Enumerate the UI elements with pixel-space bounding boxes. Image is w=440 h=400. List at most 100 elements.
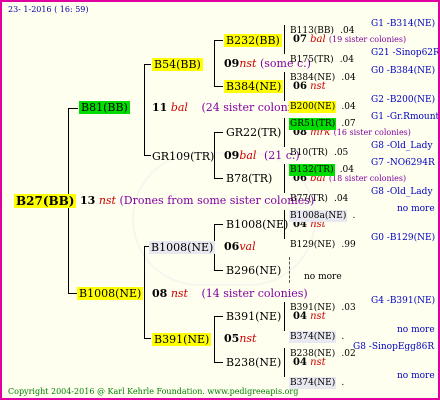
- b1008b-gen: 06: [224, 240, 240, 253]
- leaf-ref: G21 -Sinop62R: [371, 48, 440, 58]
- b391-generation-line: 05nst: [224, 333, 256, 344]
- header-timestamp: 23- 1-2016 ( 16: 59): [8, 5, 89, 14]
- leaf-val: .99: [341, 240, 356, 250]
- leaf-code[interactable]: B132(TR): [289, 164, 335, 176]
- pedigree-frame: 23- 1-2016 ( 16: 59) B27(BB) 13 nst (Dro…: [0, 0, 440, 400]
- b391b-code[interactable]: B391(NE): [224, 310, 283, 323]
- connector: [214, 40, 223, 41]
- connector: [68, 108, 78, 109]
- leaf-ref: G8 -Old_Lady: [371, 141, 433, 151]
- leaf-ref: G1 -B314(NE): [371, 19, 436, 29]
- leaf-code[interactable]: B200(NE): [289, 101, 337, 113]
- dam-generation-line: 08 nst (14 sister colonies): [152, 288, 308, 299]
- leaf-val: .04: [339, 165, 355, 175]
- connector: [144, 64, 151, 65]
- b54-nst: nst: [239, 57, 257, 70]
- leaf-code[interactable]: B129(NE): [289, 239, 336, 251]
- leaf-code[interactable]: B1008a(NE): [289, 210, 348, 222]
- leaf-ref: G1 -Gr.Rmounta: [371, 112, 440, 122]
- leaf-code[interactable]: B10(TR): [289, 147, 329, 159]
- connector: [214, 86, 223, 87]
- leaf-val: .04: [341, 73, 356, 83]
- connector: [284, 118, 285, 147]
- b232-note: (19 sister colonies): [328, 35, 407, 44]
- connector: [214, 178, 223, 179]
- b78-code[interactable]: B78(TR): [224, 172, 274, 185]
- leaf-ref: no more: [397, 371, 435, 381]
- leaf-val: .04: [340, 26, 355, 36]
- leaf-val: .03: [341, 303, 356, 313]
- connector: [144, 338, 151, 339]
- b1008c-code[interactable]: B1008(NE): [224, 218, 290, 231]
- gr22-code[interactable]: GR22(TR): [224, 126, 283, 139]
- leaf-row: B238(NE) .02 G8 -SinopEgg86R: [289, 343, 434, 360]
- leaf-ref: G0 -B129(NE): [371, 233, 436, 243]
- leaf-row: B132(TR) .04 G7 -NO6294R: [289, 159, 435, 176]
- leaf-val: .07: [341, 119, 356, 129]
- root-nst: nst: [98, 194, 116, 207]
- sire-generation-line: 11 bal (24 sister colonies): [152, 102, 308, 113]
- sire-nst: bal: [170, 101, 188, 114]
- leaf-code[interactable]: GR51(TR): [289, 118, 337, 130]
- leaf-row: GR51(TR) .07 G1 -Gr.Rmounta: [289, 113, 438, 130]
- leaf-code[interactable]: B384(NE): [289, 72, 336, 84]
- leaf-ref: no more: [304, 272, 342, 282]
- leaf-ref: G0 -B384(NE): [371, 66, 436, 76]
- connector: [284, 302, 285, 331]
- leaf-row: B374(NE) . no more: [289, 372, 435, 389]
- b384-code[interactable]: B384(NE): [224, 80, 284, 93]
- leaf-ref: G7 -NO6294R: [371, 158, 435, 168]
- dam-queen-code[interactable]: B1008(NE): [77, 287, 144, 300]
- connector: [284, 348, 285, 377]
- leaf-val: .04: [341, 102, 356, 112]
- connector: [214, 40, 215, 87]
- leaf-code[interactable]: B175(TR): [289, 54, 335, 66]
- gr109-nst: bal: [239, 149, 257, 162]
- connector: [284, 25, 285, 54]
- gr22-note: (16 sister colonies): [333, 128, 411, 137]
- connector: [284, 72, 285, 101]
- leaf-row: B113(BB) .04 G1 -B314(NE): [289, 20, 435, 37]
- b54-gen: 09: [224, 57, 240, 70]
- root-note: (Drones from some sister colonies): [119, 194, 315, 207]
- b391-gen: 05: [224, 332, 240, 345]
- leaf-row: B129(NE) .99 G0 -B129(NE): [289, 234, 435, 251]
- b238-code[interactable]: B238(NE): [224, 356, 283, 369]
- connector: [214, 132, 223, 133]
- dam-nst: nst: [170, 287, 188, 300]
- connector: [284, 164, 285, 193]
- connector: [214, 224, 223, 225]
- leaf-ref: G8 -Old_Lady: [371, 187, 433, 197]
- leaf-row: B1008a(NE) . no more: [289, 205, 435, 222]
- connector: [144, 246, 145, 339]
- leaf-row: B391(NE) .03 G4 -B391(NE): [289, 297, 435, 314]
- b232-code[interactable]: B232(BB): [224, 34, 282, 47]
- connector: [214, 362, 223, 363]
- leaf-code[interactable]: B238(NE): [289, 348, 336, 360]
- root-queen-code[interactable]: B27(BB): [14, 194, 77, 208]
- leaf-ref: no more: [397, 204, 435, 214]
- leaf-row: no more: [304, 266, 342, 282]
- leaf-val: .: [352, 211, 356, 221]
- leaf-row: B200(NE) .04 G2 -B200(NE): [289, 96, 435, 113]
- sire-queen-code[interactable]: B81(BB): [79, 101, 130, 114]
- b1008b-code[interactable]: B1008(NE): [149, 241, 216, 254]
- b1008b-nst: val: [239, 240, 256, 253]
- leaf-row: B10(TR) .05 G8 -Old_Lady: [289, 142, 433, 159]
- b54-code[interactable]: B54(BB): [152, 58, 203, 71]
- b78-note: (18 sister colonies): [328, 174, 407, 183]
- gr109-code[interactable]: GR109(TR): [150, 150, 216, 163]
- leaf-code[interactable]: B391(NE): [289, 302, 336, 314]
- leaf-row: B384(NE) .04 G0 -B384(NE): [289, 67, 435, 84]
- b391-code[interactable]: B391(NE): [152, 333, 212, 346]
- sire-gen: 11: [152, 101, 168, 114]
- connector: [214, 316, 215, 363]
- leaf-code[interactable]: B77(TR): [289, 193, 329, 205]
- b296-code[interactable]: B296(NE): [224, 264, 283, 277]
- leaf-code[interactable]: B113(BB): [289, 25, 335, 37]
- leaf-code[interactable]: B374(NE): [289, 331, 337, 343]
- connector: [144, 64, 145, 156]
- leaf-row: B175(TR) .04 G21 -Sinop62R: [289, 49, 438, 66]
- footer-copyright[interactable]: Copyright 2004-2016 @ Karl Kehrle Founda…: [8, 388, 298, 396]
- connector: [214, 270, 223, 271]
